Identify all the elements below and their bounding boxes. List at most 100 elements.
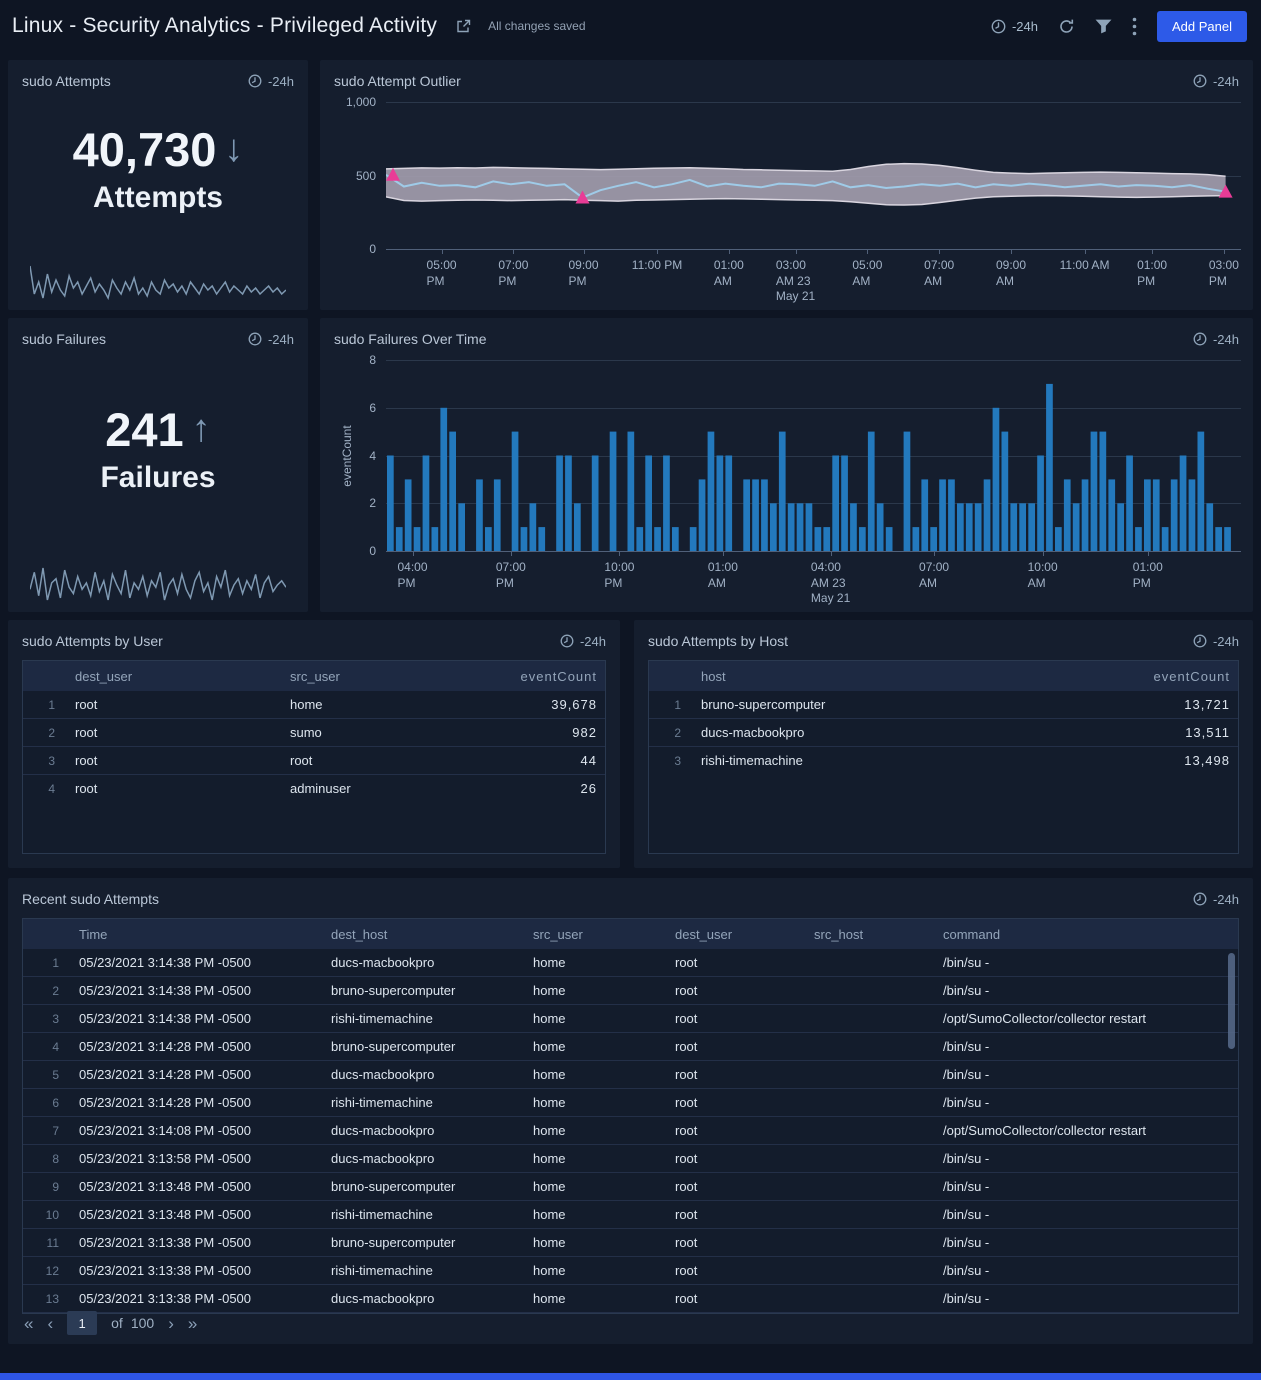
x-tick-label: 01:00 AM [708, 560, 738, 591]
x-tick-mark [867, 250, 868, 254]
clock-icon [560, 634, 574, 648]
panel-time-range[interactable]: -24h [248, 74, 294, 89]
column-header-dest_user[interactable]: dest_user [67, 661, 282, 691]
panel-title: sudo Failures Over Time [334, 331, 487, 347]
bottom-accent-bar [0, 1373, 1261, 1380]
singlestat: 40,730 ↓ Attempts [8, 90, 308, 246]
singlestat: 241 ↑ Failures [8, 348, 308, 548]
x-tick-mark [723, 552, 724, 556]
table-row: 805/23/2021 3:13:58 PM -0500ducs-macbook… [23, 1145, 1238, 1173]
column-header-eventCount[interactable]: eventCount [455, 661, 605, 691]
panel-time-range[interactable]: -24h [1193, 74, 1239, 89]
prev-page-button[interactable]: ‹ [47, 1315, 53, 1332]
x-tick-mark [413, 552, 414, 556]
panel-sudo-attempts: sudo Attempts -24h 40,730 ↓ Attempts [8, 60, 308, 310]
x-tick-label: 03:00 AM 23 May 21 [776, 258, 815, 305]
column-header-src_user[interactable]: src_user [282, 661, 455, 691]
dashboard-header: Linux - Security Analytics - Privileged … [0, 0, 1261, 52]
clock-icon [1193, 74, 1207, 88]
panel-time-range[interactable]: -24h [1193, 634, 1239, 649]
table-row: 4rootadminuser26 [23, 775, 605, 803]
table-row: 205/23/2021 3:14:38 PM -0500bruno-superc… [23, 977, 1238, 1005]
table-row: 605/23/2021 3:14:28 PM -0500rishi-timema… [23, 1089, 1238, 1117]
x-tick-label: 07:00 AM [919, 560, 949, 591]
add-panel-button[interactable]: Add Panel [1157, 11, 1247, 42]
y-tick-label: 6 [369, 401, 376, 415]
panel-time-range[interactable]: -24h [248, 332, 294, 347]
column-header-index [23, 919, 71, 949]
table-row: 105/23/2021 3:14:38 PM -0500ducs-macbook… [23, 949, 1238, 977]
x-tick-mark [442, 250, 443, 254]
failures-bar-chart: 02468eventCount 04:00 PM07:00 PM10:00 PM… [334, 360, 1241, 604]
column-header-index [649, 661, 693, 691]
x-tick-mark [619, 552, 620, 556]
table-row: 705/23/2021 3:14:08 PM -0500ducs-macbook… [23, 1117, 1238, 1145]
x-tick-mark [513, 250, 514, 254]
column-header-dest_host[interactable]: dest_host [323, 919, 525, 949]
x-tick-mark [1152, 250, 1153, 254]
x-tick-label: 07:00 PM [496, 560, 526, 591]
column-header-src_user[interactable]: src_user [525, 919, 667, 949]
x-tick-mark [1085, 250, 1086, 254]
table-row: 905/23/2021 3:13:48 PM -0500bruno-superc… [23, 1173, 1238, 1201]
y-tick-label: 4 [369, 449, 376, 463]
save-status: All changes saved [488, 19, 585, 33]
column-header-src_host[interactable]: src_host [806, 919, 935, 949]
failures-x-axis: 04:00 PM07:00 PM10:00 PM01:00 AM04:00 AM… [386, 552, 1241, 604]
panel-recent-sudo-attempts: Recent sudo Attempts -24h Timedest_hosts… [8, 878, 1253, 1344]
column-header-host[interactable]: host [693, 661, 1088, 691]
x-tick-label: 10:00 AM [1028, 560, 1058, 591]
column-header-eventCount[interactable]: eventCount [1088, 661, 1238, 691]
panel-title: sudo Failures [22, 331, 106, 347]
y-tick-label: 8 [369, 353, 376, 367]
sparkline [30, 264, 286, 300]
clock-icon [1193, 332, 1207, 346]
table-row: 3rishi-timemachine13,498 [649, 747, 1238, 775]
outlier-x-axis: 05:00 PM07:00 PM09:00 PM11:00 PM01:00 AM… [386, 250, 1241, 302]
panel-time-range[interactable]: -24h [1193, 892, 1239, 907]
kebab-menu-icon[interactable] [1132, 17, 1137, 36]
column-header-Time[interactable]: Time [71, 919, 323, 949]
x-tick-mark [1148, 552, 1149, 556]
clock-icon [1193, 634, 1207, 648]
panel-time-range[interactable]: -24h [560, 634, 606, 649]
table-row: 1205/23/2021 3:13:38 PM -0500rishi-timem… [23, 1257, 1238, 1285]
next-page-button[interactable]: › [168, 1315, 174, 1332]
table-row: 505/23/2021 3:14:28 PM -0500ducs-macbook… [23, 1061, 1238, 1089]
trend-up-icon: ↑ [192, 410, 211, 448]
panel-sudo-attempt-outlier: sudo Attempt Outlier -24h 05001,000 05:0… [320, 60, 1253, 310]
page-count: of 100 [111, 1315, 154, 1331]
x-tick-mark [1043, 552, 1044, 556]
refresh-icon[interactable] [1058, 18, 1075, 35]
table-row: 2ducs-macbookpro13,511 [649, 719, 1238, 747]
stat-label: Failures [100, 461, 215, 495]
table-row: 405/23/2021 3:14:28 PM -0500bruno-superc… [23, 1033, 1238, 1061]
x-tick-label: 04:00 AM 23 May 21 [811, 560, 850, 607]
table-scrollbar[interactable] [1228, 953, 1235, 1049]
trend-down-icon: ↓ [224, 130, 243, 168]
filter-icon[interactable] [1095, 19, 1112, 34]
column-header-command[interactable]: command [935, 919, 1238, 949]
x-tick-label: 03:00 PM [1209, 258, 1239, 289]
x-tick-mark [729, 250, 730, 254]
panel-title: sudo Attempts [22, 73, 111, 89]
clock-icon [248, 332, 262, 346]
last-page-button[interactable]: » [188, 1315, 197, 1332]
current-page-input[interactable]: 1 [67, 1311, 97, 1335]
column-header-dest_user[interactable]: dest_user [667, 919, 806, 949]
first-page-button[interactable]: « [24, 1315, 33, 1332]
panel-time-range[interactable]: -24h [1193, 332, 1239, 347]
y-axis-label: eventCount [340, 425, 354, 486]
x-tick-label: 05:00 PM [427, 258, 457, 289]
share-icon[interactable] [455, 18, 472, 35]
outlier-chart: 05001,000 05:00 PM07:00 PM09:00 PM11:00 … [334, 102, 1241, 302]
global-time-range[interactable]: -24h [991, 19, 1038, 34]
global-time-range-label: -24h [1012, 19, 1038, 34]
outlier-plot [386, 102, 1241, 250]
table-row: 1305/23/2021 3:13:38 PM -0500ducs-macboo… [23, 1285, 1238, 1313]
x-tick-mark [1011, 250, 1012, 254]
y-tick-label: 2 [369, 496, 376, 510]
table-row: 1bruno-supercomputer13,721 [649, 691, 1238, 719]
column-header-index [23, 661, 67, 691]
panel-sudo-failures-over-time: sudo Failures Over Time -24h 02468eventC… [320, 318, 1253, 612]
